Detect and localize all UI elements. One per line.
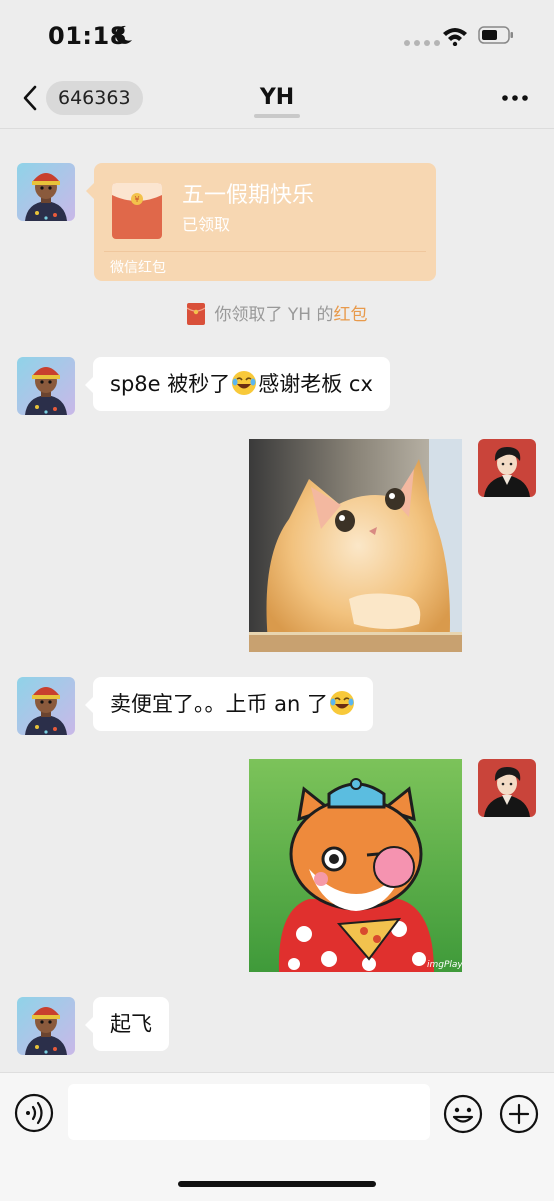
more-options-icon[interactable] (500, 86, 530, 110)
moon-icon (115, 25, 132, 44)
red-packet-footer: 微信红包 (110, 260, 166, 276)
cat-sticker-image[interactable] (249, 439, 462, 652)
message-text: 感谢老板 cx (258, 372, 373, 396)
svg-text:¥: ¥ (134, 195, 139, 204)
message-text: 起飞 (110, 1012, 152, 1036)
contact-avatar[interactable] (17, 163, 75, 221)
shiba-sticker-image[interactable]: imgPlay (249, 759, 462, 972)
text-message-bubble[interactable]: 卖便宜了。。上币 an 了 (84, 677, 374, 731)
voice-input-icon[interactable] (14, 1093, 54, 1133)
scrolled-timestamp-fragment (240, 114, 314, 128)
red-packet-link[interactable]: 红包 (333, 305, 367, 325)
contact-avatar[interactable] (17, 677, 75, 735)
back-chevron-icon[interactable] (20, 84, 40, 112)
unread-count-badge[interactable]: 646363 (46, 81, 143, 115)
imgplay-watermark: imgPlay (427, 960, 462, 970)
home-indicator (178, 1181, 376, 1187)
red-packet-message[interactable]: ¥ 五一假期快乐 已领取 微信红包 (86, 163, 436, 281)
red-packet-status: 已领取 (182, 215, 231, 234)
message-text: sp8e 被秒了 (110, 372, 231, 396)
message-input[interactable] (68, 1084, 430, 1140)
battery-icon (478, 26, 513, 44)
contact-avatar[interactable] (17, 997, 75, 1055)
red-packet-divider (104, 251, 426, 252)
status-bar: 01:18 (0, 0, 554, 72)
red-packet-title: 五一假期快乐 (182, 183, 315, 208)
contact-avatar[interactable] (17, 357, 75, 415)
input-bar (0, 1072, 554, 1201)
my-avatar[interactable] (478, 439, 536, 497)
text-message-bubble[interactable]: 起飞 (85, 997, 169, 1051)
red-envelope-icon: ¥ (112, 183, 162, 239)
text-message-bubble[interactable]: sp8e 被秒了 感谢老板 cx (85, 357, 390, 411)
red-envelope-icon (186, 303, 205, 325)
system-notice: 你领取了 YH 的红包 (0, 300, 554, 325)
message-text: 卖便宜了。。上币 an 了 (110, 692, 329, 716)
more-actions-plus-icon[interactable] (498, 1093, 540, 1135)
system-notice-text: 你领取了 YH 的 (214, 305, 334, 325)
my-avatar[interactable] (478, 759, 536, 817)
laughing-tears-emoji-icon (330, 691, 355, 715)
cellular-signal-icon (404, 40, 440, 46)
emoji-picker-icon[interactable] (442, 1093, 484, 1135)
laughing-tears-emoji-icon (232, 371, 257, 395)
wifi-icon (443, 28, 467, 46)
